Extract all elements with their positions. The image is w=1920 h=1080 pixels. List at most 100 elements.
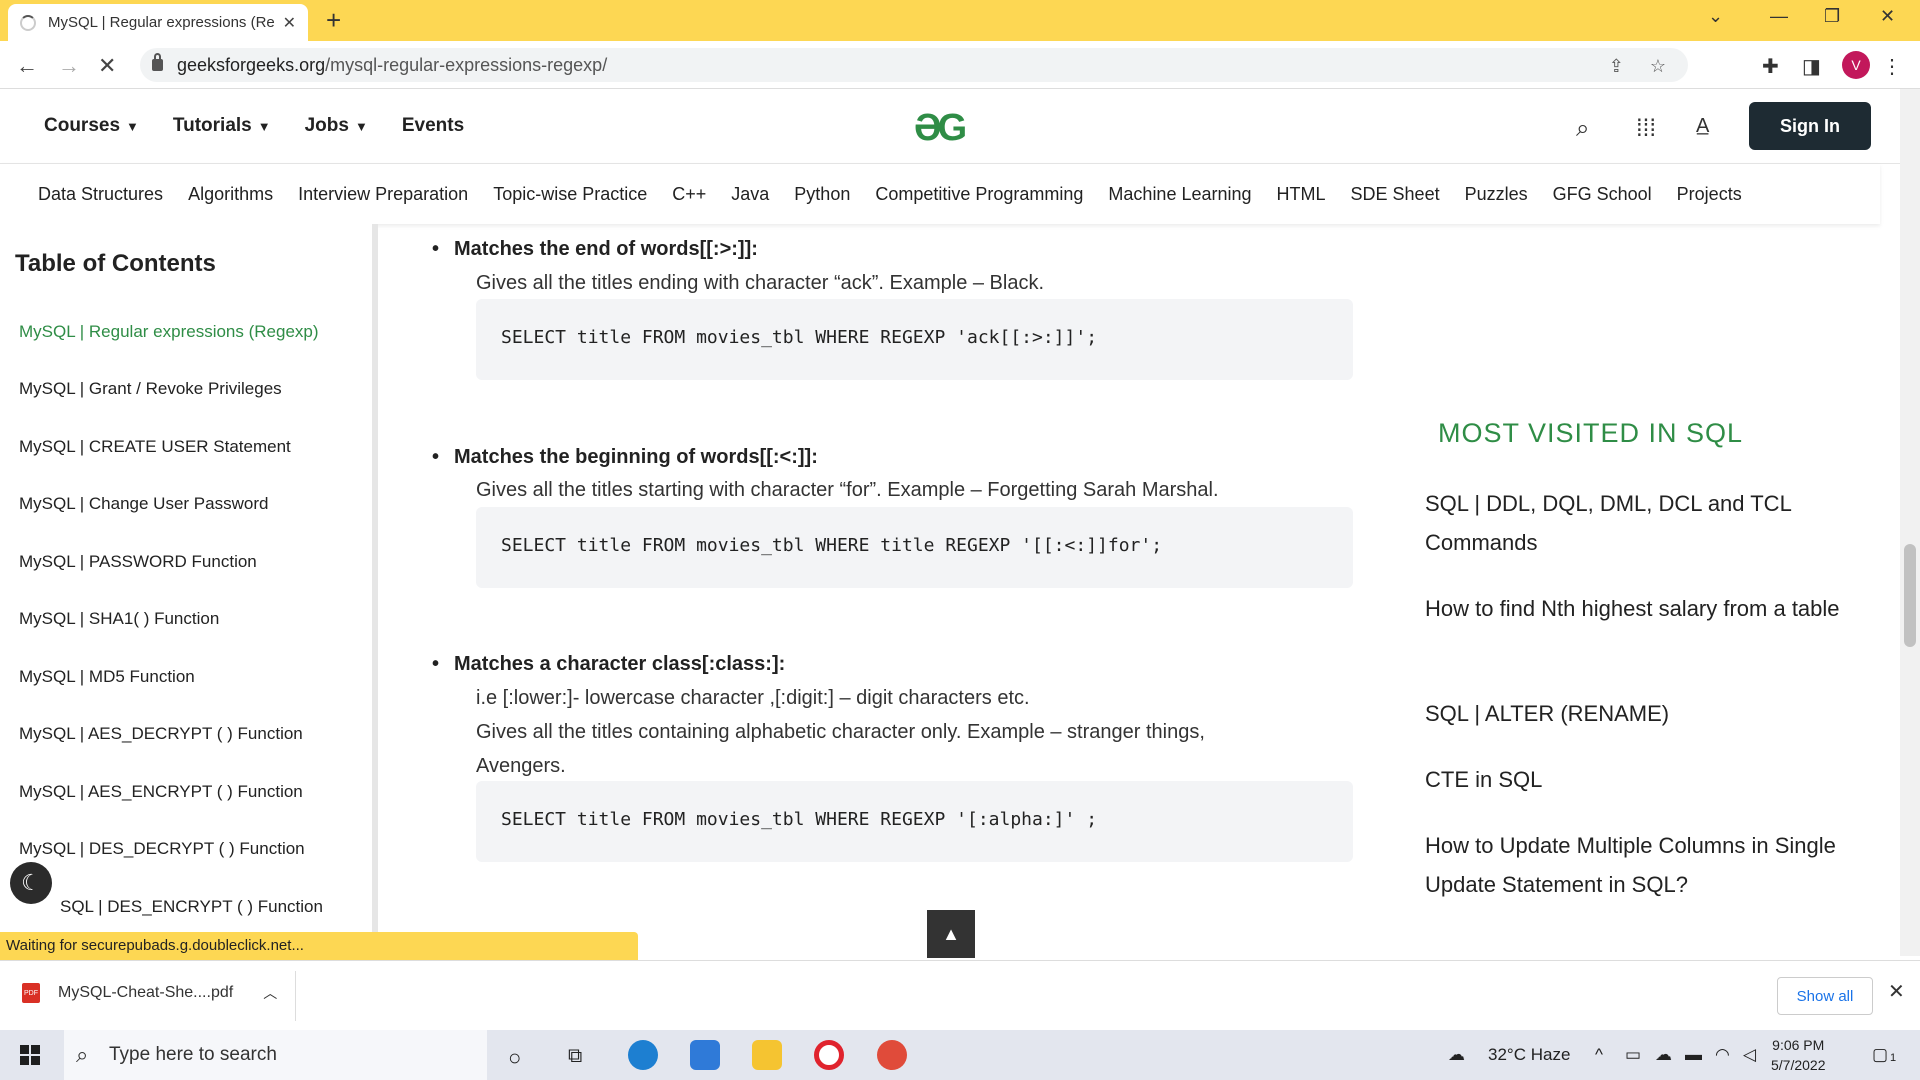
scroll-to-top-button[interactable]: ▲ bbox=[927, 910, 975, 958]
edge-browser-icon[interactable] bbox=[628, 1040, 658, 1070]
share-icon[interactable]: ⇪ bbox=[1609, 56, 1624, 77]
toc-item[interactable]: MySQL | CREATE USER Statement bbox=[19, 437, 291, 457]
toc-item[interactable]: MySQL | Grant / Revoke Privileges bbox=[19, 379, 282, 399]
search-icon: ⌕ bbox=[76, 1042, 89, 1067]
search-icon[interactable]: ⌕ bbox=[1576, 115, 1589, 143]
chrome-icon[interactable] bbox=[877, 1040, 907, 1070]
lock-icon bbox=[152, 53, 163, 71]
topic-java[interactable]: Java bbox=[731, 184, 769, 205]
page-scrollbar[interactable] bbox=[1900, 89, 1920, 956]
topic-machine-learning[interactable]: Machine Learning bbox=[1108, 184, 1251, 205]
most-visited-link[interactable]: How to find Nth highest salary from a ta… bbox=[1425, 589, 1845, 628]
cortana-icon[interactable]: ○ bbox=[508, 1045, 521, 1071]
battery-icon[interactable]: ▬ bbox=[1685, 1045, 1702, 1065]
code-block[interactable]: SELECT title FROM movies_tbl WHERE title… bbox=[476, 507, 1353, 588]
browser-tab[interactable]: MySQL | Regular expressions (Re ✕ bbox=[8, 4, 308, 41]
browser-menu-icon[interactable]: ⋮ bbox=[1882, 54, 1902, 79]
dark-mode-toggle-icon[interactable]: ☾ bbox=[10, 862, 52, 904]
weather-text[interactable]: 32°C Haze bbox=[1488, 1045, 1570, 1065]
profile-avatar[interactable]: V bbox=[1842, 51, 1870, 79]
windows-start-icon[interactable] bbox=[20, 1045, 40, 1065]
back-arrow-icon[interactable]: ← bbox=[16, 53, 38, 79]
side-panel-icon[interactable]: ◨ bbox=[1802, 54, 1821, 79]
most-visited-link[interactable]: SQL | DDL, DQL, DML, DCL and TCL Command… bbox=[1425, 484, 1845, 562]
topic-competitive-programming[interactable]: Competitive Programming bbox=[875, 184, 1083, 205]
apps-grid-icon[interactable]: ⁞⁞⁞ bbox=[1636, 115, 1656, 143]
topic-cpp[interactable]: C++ bbox=[672, 184, 706, 205]
sign-in-button[interactable]: Sign In bbox=[1749, 102, 1871, 150]
toc-item[interactable]: MySQL | DES_DECRYPT ( ) Function bbox=[19, 839, 305, 859]
toc-item[interactable]: MySQL | AES_ENCRYPT ( ) Function bbox=[19, 782, 303, 802]
chevron-up-icon[interactable]: ︿ bbox=[263, 983, 277, 1003]
wifi-icon[interactable]: ◠ bbox=[1715, 1045, 1730, 1065]
show-all-button[interactable]: Show all bbox=[1777, 977, 1873, 1015]
topic-nav: Data Structures Algorithms Interview Pre… bbox=[0, 164, 1880, 224]
most-visited-link[interactable]: SQL | ALTER (RENAME) bbox=[1425, 694, 1845, 733]
toc-item[interactable]: MySQL | AES_DECRYPT ( ) Function bbox=[19, 724, 303, 744]
clock[interactable]: 9:06 PM 5/7/2022 bbox=[1771, 1035, 1826, 1075]
most-visited-title: MOST VISITED IN SQL bbox=[1438, 418, 1744, 448]
file-explorer-icon[interactable] bbox=[752, 1040, 782, 1070]
restore-icon[interactable]: ❐ bbox=[1824, 6, 1840, 27]
topic-data-structures[interactable]: Data Structures bbox=[38, 184, 163, 205]
minimize-icon[interactable]: — bbox=[1770, 6, 1788, 27]
url-bar[interactable]: geeksforgeeks.org/mysql-regular-expressi… bbox=[140, 48, 1688, 82]
toc-item[interactable]: MySQL | Change User Password bbox=[19, 494, 268, 514]
tab-search-chevron-icon[interactable]: ⌄ bbox=[1708, 6, 1723, 27]
toc-item[interactable]: MySQL | SHA1( ) Function bbox=[19, 609, 219, 629]
download-file-name: MySQL-Cheat-She....pdf bbox=[58, 984, 234, 1001]
topic-html[interactable]: HTML bbox=[1277, 184, 1326, 205]
article-content: Matches the end of words[[:>:]]: Gives a… bbox=[378, 224, 1386, 956]
toc-item[interactable]: SQL | DES_ENCRYPT ( ) Function bbox=[60, 897, 323, 917]
notification-count: 1 bbox=[1890, 1052, 1897, 1064]
topic-algorithms[interactable]: Algorithms bbox=[188, 184, 273, 205]
toc-item[interactable]: MySQL | PASSWORD Function bbox=[19, 552, 257, 572]
translate-icon[interactable]: A̲ bbox=[1696, 115, 1709, 138]
scrollbar-thumb[interactable] bbox=[1904, 544, 1916, 647]
most-visited-sidebar: MOST VISITED IN SQL SQL | DDL, DQL, DML,… bbox=[1400, 224, 1880, 956]
close-download-bar-icon[interactable]: ✕ bbox=[1888, 979, 1905, 1004]
code-block[interactable]: SELECT title FROM movies_tbl WHERE REGEX… bbox=[476, 781, 1353, 862]
weather-icon: ☁ bbox=[1448, 1045, 1465, 1064]
gfg-logo-icon[interactable]: ƏG bbox=[914, 107, 967, 150]
menu-courses[interactable]: Courses ▼ bbox=[44, 115, 139, 137]
topic-projects[interactable]: Projects bbox=[1677, 184, 1742, 205]
browser-tab-bar: MySQL | Regular expressions (Re ✕ + ⌄ — … bbox=[0, 0, 1920, 41]
download-item[interactable]: PDF MySQL-Cheat-She....pdf ︿ bbox=[22, 983, 277, 1003]
tab-title: MySQL | Regular expressions (Re bbox=[48, 14, 275, 31]
menu-tutorials[interactable]: Tutorials ▼ bbox=[173, 115, 271, 137]
chevron-up-icon[interactable]: ^ bbox=[1595, 1045, 1603, 1065]
toc-item[interactable]: MySQL | MD5 Function bbox=[19, 667, 195, 687]
extensions-puzzle-icon[interactable]: ✚ bbox=[1762, 54, 1779, 79]
device-icon[interactable]: ▭ bbox=[1625, 1045, 1641, 1065]
topic-topic-wise-practice[interactable]: Topic-wise Practice bbox=[493, 184, 647, 205]
forward-arrow-icon[interactable]: → bbox=[58, 53, 80, 79]
topic-gfg-school[interactable]: GFG School bbox=[1553, 184, 1652, 205]
stop-loading-icon[interactable]: ✕ bbox=[98, 53, 116, 79]
topic-interview-preparation[interactable]: Interview Preparation bbox=[298, 184, 468, 205]
volume-icon[interactable]: ◁ bbox=[1743, 1045, 1756, 1065]
bookmark-star-icon[interactable]: ☆ bbox=[1650, 56, 1666, 77]
topic-puzzles[interactable]: Puzzles bbox=[1465, 184, 1528, 205]
most-visited-link[interactable]: How to Update Multiple Columns in Single… bbox=[1425, 826, 1845, 904]
code-block[interactable]: SELECT title FROM movies_tbl WHERE REGEX… bbox=[476, 299, 1353, 380]
menu-jobs[interactable]: Jobs ▼ bbox=[305, 115, 368, 137]
download-bar: PDF MySQL-Cheat-She....pdf ︿ Show all ✕ bbox=[0, 960, 1920, 1030]
close-window-icon[interactable]: ✕ bbox=[1880, 6, 1895, 27]
cloud-icon[interactable]: ☁ bbox=[1655, 1045, 1672, 1065]
new-tab-icon[interactable]: + bbox=[326, 6, 341, 34]
taskbar-search-input[interactable]: ⌕ Type here to search bbox=[64, 1030, 487, 1080]
address-toolbar: ← → ✕ geeksforgeeks.org/mysql-regular-ex… bbox=[0, 41, 1920, 89]
topic-python[interactable]: Python bbox=[794, 184, 850, 205]
close-tab-icon[interactable]: ✕ bbox=[283, 13, 296, 33]
most-visited-link[interactable]: CTE in SQL bbox=[1425, 760, 1845, 799]
section-heading: Matches a character class[:class:]: bbox=[432, 653, 785, 676]
notification-icon[interactable]: ▢ bbox=[1872, 1045, 1888, 1065]
toc-item-active[interactable]: MySQL | Regular expressions (Regexp) bbox=[19, 322, 319, 342]
opera-icon[interactable] bbox=[814, 1040, 844, 1070]
topic-sde-sheet[interactable]: SDE Sheet bbox=[1351, 184, 1440, 205]
task-view-icon[interactable]: ⧉ bbox=[568, 1045, 582, 1068]
menu-events[interactable]: Events bbox=[402, 115, 464, 137]
mail-icon[interactable] bbox=[690, 1040, 720, 1070]
section-heading: Matches the beginning of words[[:<:]]: bbox=[432, 446, 818, 469]
